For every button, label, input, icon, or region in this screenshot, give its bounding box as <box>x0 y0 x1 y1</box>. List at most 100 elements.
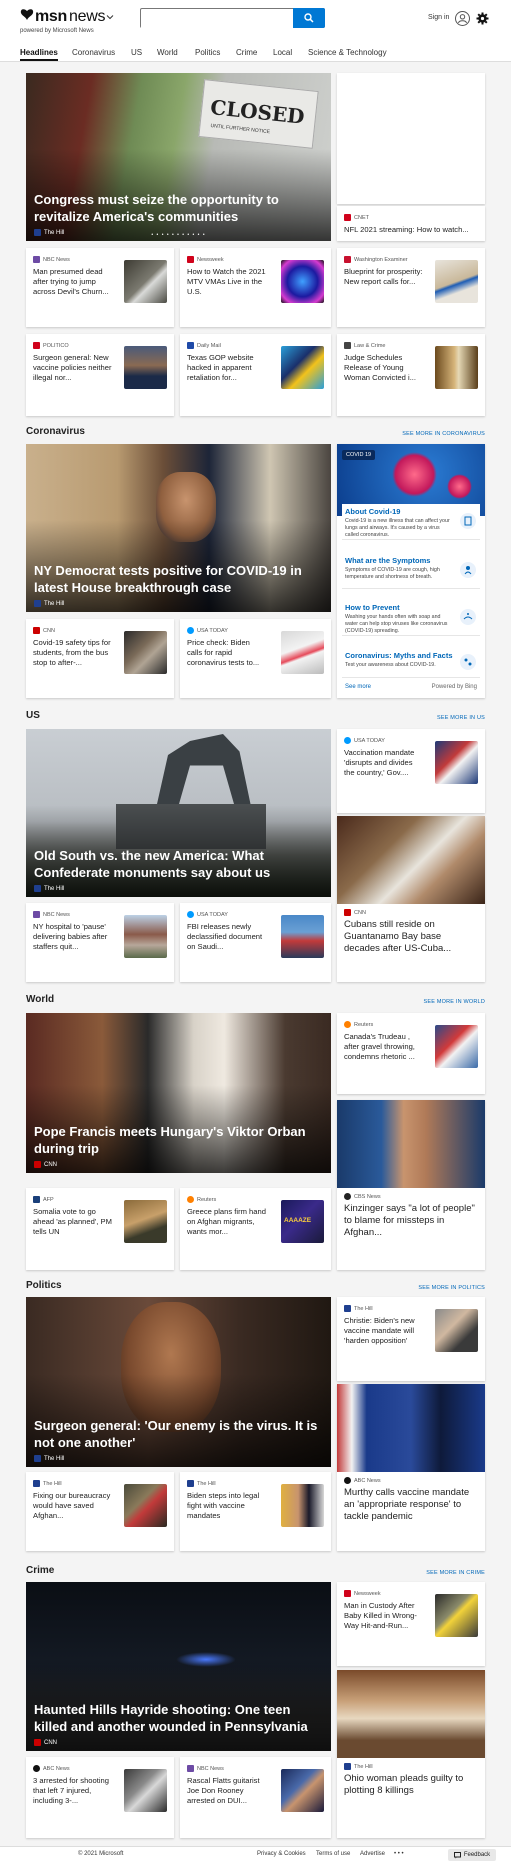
source-logo-icon <box>33 1765 40 1772</box>
image-news-card[interactable]: ABC News Murthy calls vaccine mandate an… <box>337 1384 485 1551</box>
covid-item-about[interactable]: About Covid-19 Covid-19 is a new illness… <box>342 504 480 540</box>
hero-title[interactable]: Surgeon general: 'Our enemy is the virus… <box>34 1417 323 1451</box>
card-title[interactable]: Christie: Biden's new vaccine mandate wi… <box>344 1316 424 1346</box>
news-card[interactable]: The Hill Biden steps into legal fight wi… <box>180 1472 331 1551</box>
card-title[interactable]: 3 arrested for shooting that left 7 inju… <box>33 1776 113 1806</box>
news-card[interactable]: AFP Somalia vote to go ahead 'as planned… <box>26 1188 174 1270</box>
card-title[interactable]: Vaccination mandate 'disrupts and divide… <box>344 748 424 778</box>
nav-coronavirus[interactable]: Coronavirus <box>72 48 115 57</box>
card-title[interactable]: Man in Custody After Baby Killed in Wron… <box>344 1601 424 1631</box>
news-card[interactable]: NBC News Man presumed dead after trying … <box>26 248 174 327</box>
news-card[interactable]: Reuters Greece plans firm hand on Afghan… <box>180 1188 331 1270</box>
nav-world[interactable]: World <box>157 48 178 57</box>
search-button[interactable] <box>293 8 325 28</box>
see-more-us-link[interactable]: SEE MORE IN US <box>437 715 485 721</box>
card-title[interactable]: Blueprint for prosperity: New report cal… <box>344 267 424 287</box>
see-more-coronavirus-link[interactable]: SEE MORE IN CORONAVIRUS <box>402 431 485 437</box>
news-card[interactable]: CNN Covid-19 safety tips for students, f… <box>26 619 174 698</box>
hero-title[interactable]: Haunted Hills Hayride shooting: One teen… <box>34 1701 323 1735</box>
news-card[interactable]: NBC News Rascal Flatts guitarist Joe Don… <box>180 1757 331 1838</box>
side-news-card[interactable]: CNET NFL 2021 streaming: How to watch... <box>337 206 485 241</box>
card-title[interactable]: Judge Schedules Release of Young Woman C… <box>344 353 424 383</box>
card-title[interactable]: How to Watch the 2021 MTV VMAs Live in t… <box>187 267 267 297</box>
hero-title[interactable]: Old South vs. the new America: What Conf… <box>34 847 323 881</box>
card-title[interactable]: Cubans still reside on Guantanamo Bay ba… <box>344 919 478 955</box>
card-title[interactable]: Rascal Flatts guitarist Joe Don Rooney a… <box>187 1776 267 1806</box>
card-title[interactable]: Surgeon general: New vaccine policies ne… <box>33 353 113 383</box>
card-title[interactable]: Fixing our bureaucracy would have saved … <box>33 1491 113 1521</box>
image-news-card[interactable]: CNN Cubans still reside on Guantanamo Ba… <box>337 816 485 982</box>
privacy-link[interactable]: Privacy & Cookies <box>257 1851 306 1857</box>
card-title[interactable]: Murthy calls vaccine mandate an 'appropr… <box>344 1487 478 1523</box>
covid-item-myths[interactable]: Coronavirus: Myths and Facts Test your a… <box>342 648 480 678</box>
hero-title[interactable]: NY Democrat tests positive for COVID-19 … <box>34 562 323 596</box>
nav-local[interactable]: Local <box>273 48 292 57</box>
news-card[interactable]: POLITICO Surgeon general: New vaccine po… <box>26 334 174 416</box>
headline-hero-card[interactable]: CLOSED UNTIL FURTHER NOTICE Congress mus… <box>26 73 331 241</box>
image-news-card[interactable]: The Hill Ohio woman pleads guilty to plo… <box>337 1670 485 1838</box>
card-title[interactable]: Somalia vote to go ahead 'as planned', P… <box>33 1207 113 1237</box>
card-title[interactable]: NY hospital to 'pause' delivering babies… <box>33 922 113 952</box>
politics-hero-card[interactable]: Surgeon general: 'Our enemy is the virus… <box>26 1297 331 1467</box>
advertise-link[interactable]: Advertise <box>360 1851 385 1857</box>
news-card[interactable]: Law & Crime Judge Schedules Release of Y… <box>337 334 485 416</box>
world-hero-card[interactable]: Pope Francis meets Hungary's Viktor Orba… <box>26 1013 331 1173</box>
card-title[interactable]: Ohio woman pleads guilty to plotting 8 k… <box>344 1773 478 1797</box>
news-card[interactable]: The Hill Fixing our bureaucracy would ha… <box>26 1472 174 1551</box>
carousel-dots[interactable]: • • • • • • • • • • • <box>26 232 331 238</box>
crime-hero-card[interactable]: Haunted Hills Hayride shooting: One teen… <box>26 1582 331 1751</box>
news-card[interactable]: Reuters Canada's Trudeau , after gravel … <box>337 1013 485 1094</box>
news-card[interactable]: USA TODAY Vaccination mandate 'disrupts … <box>337 729 485 813</box>
news-card[interactable]: USA TODAY Price check: Biden calls for r… <box>180 619 331 698</box>
card-title[interactable]: Kinzinger says "a lot of people" to blam… <box>344 1203 478 1239</box>
nav-crime[interactable]: Crime <box>236 48 257 57</box>
image-news-card[interactable]: CBS News Kinzinger says "a lot of people… <box>337 1100 485 1270</box>
feedback-button[interactable]: Feedback <box>448 1849 496 1861</box>
msn-logo[interactable]: msn news <box>20 8 114 26</box>
news-card[interactable]: Newsweek Man in Custody After Baby Kille… <box>337 1582 485 1666</box>
covid-item-title[interactable]: Coronavirus: Myths and Facts <box>345 651 453 660</box>
news-card[interactable]: USA TODAY FBI releases newly declassifie… <box>180 903 331 982</box>
source-logo-icon <box>344 1590 351 1597</box>
footer: © 2021 Microsoft Privacy & Cookies Terms… <box>0 1846 511 1862</box>
nav-politics[interactable]: Politics <box>195 48 220 57</box>
card-title[interactable]: NFL 2021 streaming: How to watch... <box>344 225 478 235</box>
news-card[interactable]: Newsweek How to Watch the 2021 MTV VMAs … <box>180 248 331 327</box>
nav-us[interactable]: US <box>131 48 142 57</box>
card-title[interactable]: Man presumed dead after trying to jump a… <box>33 267 113 297</box>
card-title[interactable]: Biden steps into legal fight with vaccin… <box>187 1491 267 1521</box>
search-box[interactable] <box>140 8 325 29</box>
card-title[interactable]: Covid-19 safety tips for students, from … <box>33 638 113 668</box>
covid-item-prevent[interactable]: How to Prevent Washing your hands often … <box>342 600 480 636</box>
news-card[interactable]: ABC News 3 arrested for shooting that le… <box>26 1757 174 1838</box>
hero-title[interactable]: Pope Francis meets Hungary's Viktor Orba… <box>34 1123 323 1157</box>
nav-headlines[interactable]: Headlines <box>20 48 58 61</box>
news-card[interactable]: NBC News NY hospital to 'pause' deliveri… <box>26 903 174 982</box>
news-card[interactable]: Washington Examiner Blueprint for prospe… <box>337 248 485 327</box>
us-hero-card[interactable]: Old South vs. the new America: What Conf… <box>26 729 331 897</box>
see-more-crime-link[interactable]: SEE MORE IN CRIME <box>426 1570 485 1576</box>
news-card[interactable]: The Hill Christie: Biden's new vaccine m… <box>337 1297 485 1381</box>
card-title[interactable]: FBI releases newly declassified document… <box>187 922 267 952</box>
covid-see-more-link[interactable]: See more <box>345 684 371 690</box>
see-more-world-link[interactable]: SEE MORE IN WORLD <box>424 999 485 1005</box>
covid-item-title[interactable]: What are the Symptoms <box>345 556 430 565</box>
avatar[interactable] <box>455 11 470 26</box>
coronavirus-hero-card[interactable]: NY Democrat tests positive for COVID-19 … <box>26 444 331 612</box>
gear-icon[interactable] <box>476 12 489 25</box>
terms-link[interactable]: Terms of use <box>316 1851 350 1857</box>
card-title[interactable]: Canada's Trudeau , after gravel throwing… <box>344 1032 424 1062</box>
search-input[interactable] <box>141 10 296 29</box>
card-title[interactable]: Texas GOP website hacked in apparent ret… <box>187 353 267 383</box>
nav-science-technology[interactable]: Science & Technology <box>308 48 387 57</box>
card-title[interactable]: Price check: Biden calls for rapid coron… <box>187 638 267 668</box>
see-more-politics-link[interactable]: SEE MORE IN POLITICS <box>418 1285 485 1291</box>
hero-title[interactable]: Congress must seize the opportunity to r… <box>34 191 323 225</box>
news-card[interactable]: Daily Mail Texas GOP website hacked in a… <box>180 334 331 416</box>
covid-item-symptoms[interactable]: What are the Symptoms Symptoms of COVID-… <box>342 553 480 589</box>
covid-item-title[interactable]: About Covid-19 <box>345 507 400 516</box>
covid-item-title[interactable]: How to Prevent <box>345 603 400 612</box>
signin-link[interactable]: Sign in <box>428 14 449 21</box>
card-title[interactable]: Greece plans firm hand on Afghan migrant… <box>187 1207 267 1237</box>
more-options-icon[interactable]: • • • <box>394 1851 404 1857</box>
